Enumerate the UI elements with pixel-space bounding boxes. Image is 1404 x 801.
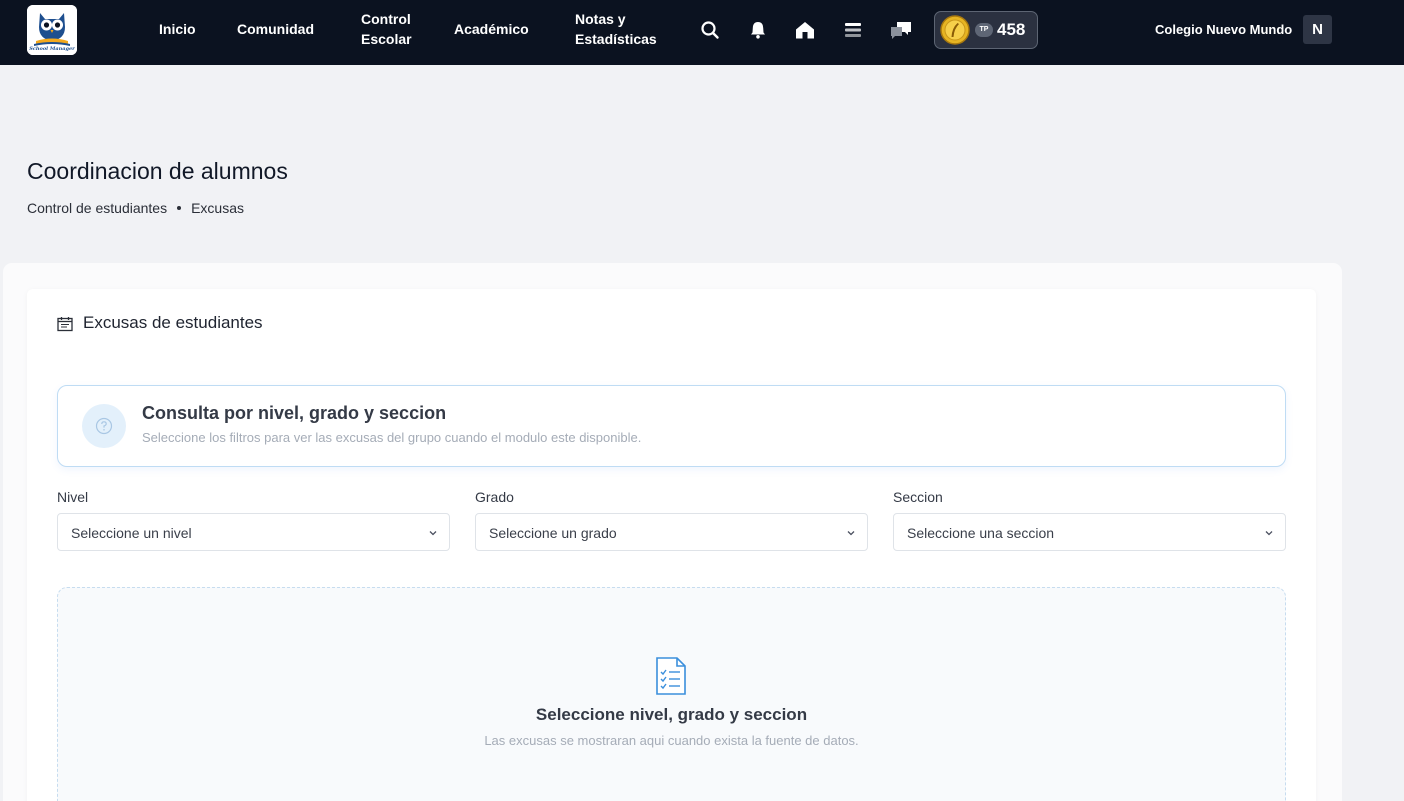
nivel-select[interactable]: Seleccione un nivel	[57, 513, 450, 551]
bell-icon[interactable]	[746, 18, 770, 42]
nav-link-inicio[interactable]: Inicio	[159, 19, 196, 39]
seccion-select-value: Seleccione una seccion	[907, 525, 1055, 541]
card-title: Excusas de estudiantes	[83, 313, 263, 332]
top-navbar: School Manager Inicio Comunidad Control …	[0, 0, 1404, 65]
info-title: Consulta por nivel, grado y seccion	[142, 403, 447, 423]
nav-link-academico[interactable]: Académico	[454, 19, 529, 39]
grado-select-value: Seleccione un grado	[489, 525, 617, 541]
empty-state-subtitle: Las excusas se mostraran aqui cuando exi…	[484, 733, 859, 748]
page-title: Coordinacion de alumnos	[27, 158, 288, 184]
search-icon[interactable]	[698, 18, 722, 42]
info-subtitle: Seleccione los filtros para ver las excu…	[142, 430, 642, 445]
nivel-label: Nivel	[57, 489, 89, 505]
school-manager-logo[interactable]: School Manager	[27, 5, 77, 55]
chevron-down-icon	[847, 531, 855, 536]
chevron-down-icon	[1265, 531, 1273, 536]
home-icon[interactable]	[793, 18, 817, 42]
breadcrumb-item-excusas: Excusas	[191, 200, 245, 216]
help-circle-icon	[82, 404, 126, 448]
chevron-down-icon	[429, 531, 437, 536]
chat-icon[interactable]	[889, 18, 913, 42]
gold-coin-icon	[940, 15, 970, 45]
breadcrumb-separator	[177, 206, 182, 210]
breadcrumb-item-control-estudiantes[interactable]: Control de estudiantes	[27, 199, 167, 217]
nav-link-comunidad[interactable]: Comunidad	[237, 19, 314, 39]
grado-label: Grado	[475, 489, 514, 505]
tp-badge: TP	[975, 23, 993, 37]
school-name[interactable]: Colegio Nuevo Mundo	[1155, 22, 1292, 38]
logo-caption: School Manager	[29, 46, 75, 52]
points-value: 458	[997, 20, 1026, 39]
info-banner	[57, 385, 1286, 467]
nav-link-notas-estadisticas[interactable]: Notas y Estadísticas	[575, 9, 665, 49]
seccion-select[interactable]: Seleccione una seccion	[893, 513, 1286, 551]
nivel-select-value: Seleccione un nivel	[71, 525, 192, 541]
empty-state-title: Seleccione nivel, grado y seccion	[535, 705, 808, 724]
calendar-icon	[57, 316, 73, 332]
user-avatar[interactable]: N	[1303, 15, 1332, 44]
nav-link-control-escolar[interactable]: Control Escolar	[361, 9, 419, 49]
breadcrumb: Control de estudiantes Excusas	[27, 199, 244, 217]
menu-icon[interactable]	[841, 18, 865, 42]
points-balance[interactable]: TP 458	[934, 11, 1038, 49]
grado-select[interactable]: Seleccione un grado	[475, 513, 868, 551]
checklist-document-icon	[654, 656, 688, 696]
seccion-label: Seccion	[893, 489, 943, 505]
